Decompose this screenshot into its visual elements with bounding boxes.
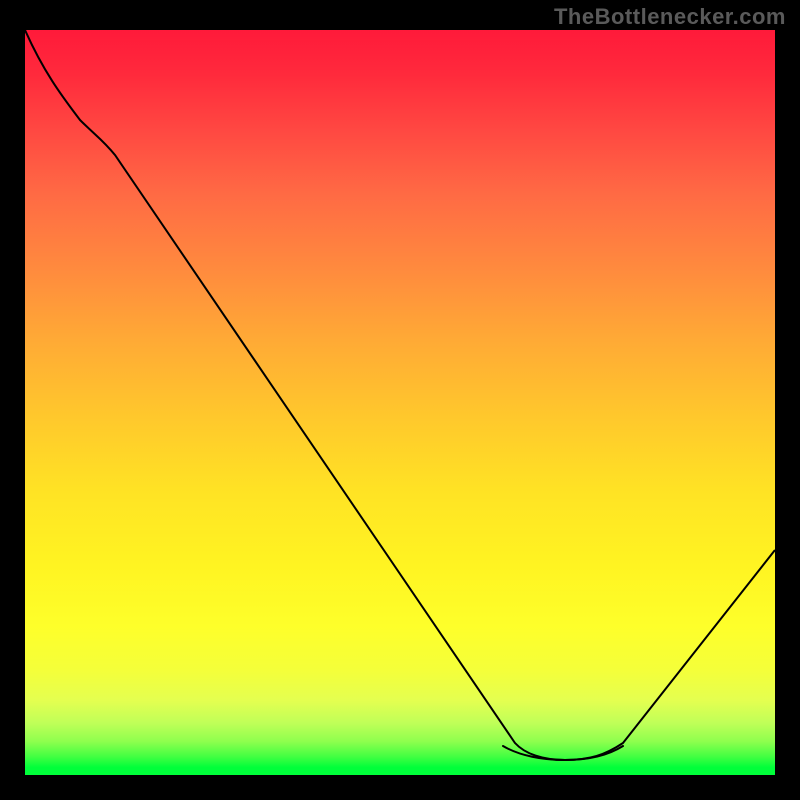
watermark-text: TheBottlenecker.com	[554, 4, 786, 30]
curve-path	[25, 30, 775, 760]
chart-container: TheBottlenecker.com	[0, 0, 800, 800]
curve-svg	[25, 30, 775, 775]
plot-area	[25, 30, 775, 775]
